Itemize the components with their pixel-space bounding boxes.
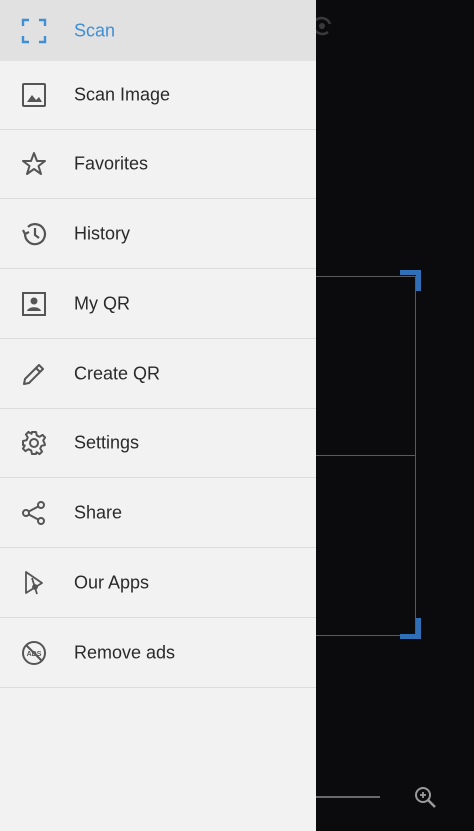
no-ads-icon: ADS: [20, 639, 48, 667]
scan-viewfinder: [316, 276, 416, 636]
drawer-item-label: Create QR: [74, 363, 161, 384]
drawer-item-label: History: [74, 223, 131, 244]
history-icon: [20, 220, 48, 248]
pencil-icon: [20, 360, 48, 388]
drawer-item-label: Scan: [74, 20, 116, 40]
drawer-item-share[interactable]: Share: [0, 479, 316, 548]
drawer-item-label: Our Apps: [74, 572, 150, 593]
navigation-drawer: Scan Scan Image Favorites History My QR …: [0, 0, 316, 831]
drawer-item-label: Share: [74, 502, 123, 523]
svg-text:ADS: ADS: [27, 651, 42, 658]
scan-frame-icon: [20, 17, 48, 45]
drawer-item-label: Scan Image: [74, 84, 171, 105]
drawer-item-settings[interactable]: Settings: [0, 409, 316, 478]
scan-laser-line: [316, 455, 415, 456]
drawer-item-label: My QR: [74, 293, 130, 314]
star-icon: [20, 150, 48, 178]
drawer-item-label: Favorites: [74, 153, 149, 174]
drawer-item-label: Settings: [74, 432, 140, 453]
gear-icon: [20, 429, 48, 457]
apps-icon: [20, 569, 48, 597]
drawer-item-create-qr[interactable]: Create QR: [0, 340, 316, 409]
drawer-item-my-qr[interactable]: My QR: [0, 270, 316, 339]
drawer-item-label: Remove ads: [74, 642, 176, 663]
drawer-item-favorites[interactable]: Favorites: [0, 130, 316, 199]
viewfinder-corner: [400, 618, 421, 639]
zoom-slider[interactable]: [316, 796, 380, 798]
drawer-item-remove-ads[interactable]: ADS Remove ads: [0, 619, 316, 688]
drawer-item-scan[interactable]: Scan: [0, 0, 316, 61]
contact-card-icon: [20, 290, 48, 318]
drawer-item-our-apps[interactable]: Our Apps: [0, 549, 316, 618]
drawer-item-history[interactable]: History: [0, 200, 316, 269]
image-icon: [20, 81, 48, 109]
zoom-in-icon[interactable]: [412, 784, 438, 810]
drawer-item-scan-image[interactable]: Scan Image: [0, 61, 316, 130]
share-icon: [20, 499, 48, 527]
viewfinder-corner: [400, 270, 421, 291]
